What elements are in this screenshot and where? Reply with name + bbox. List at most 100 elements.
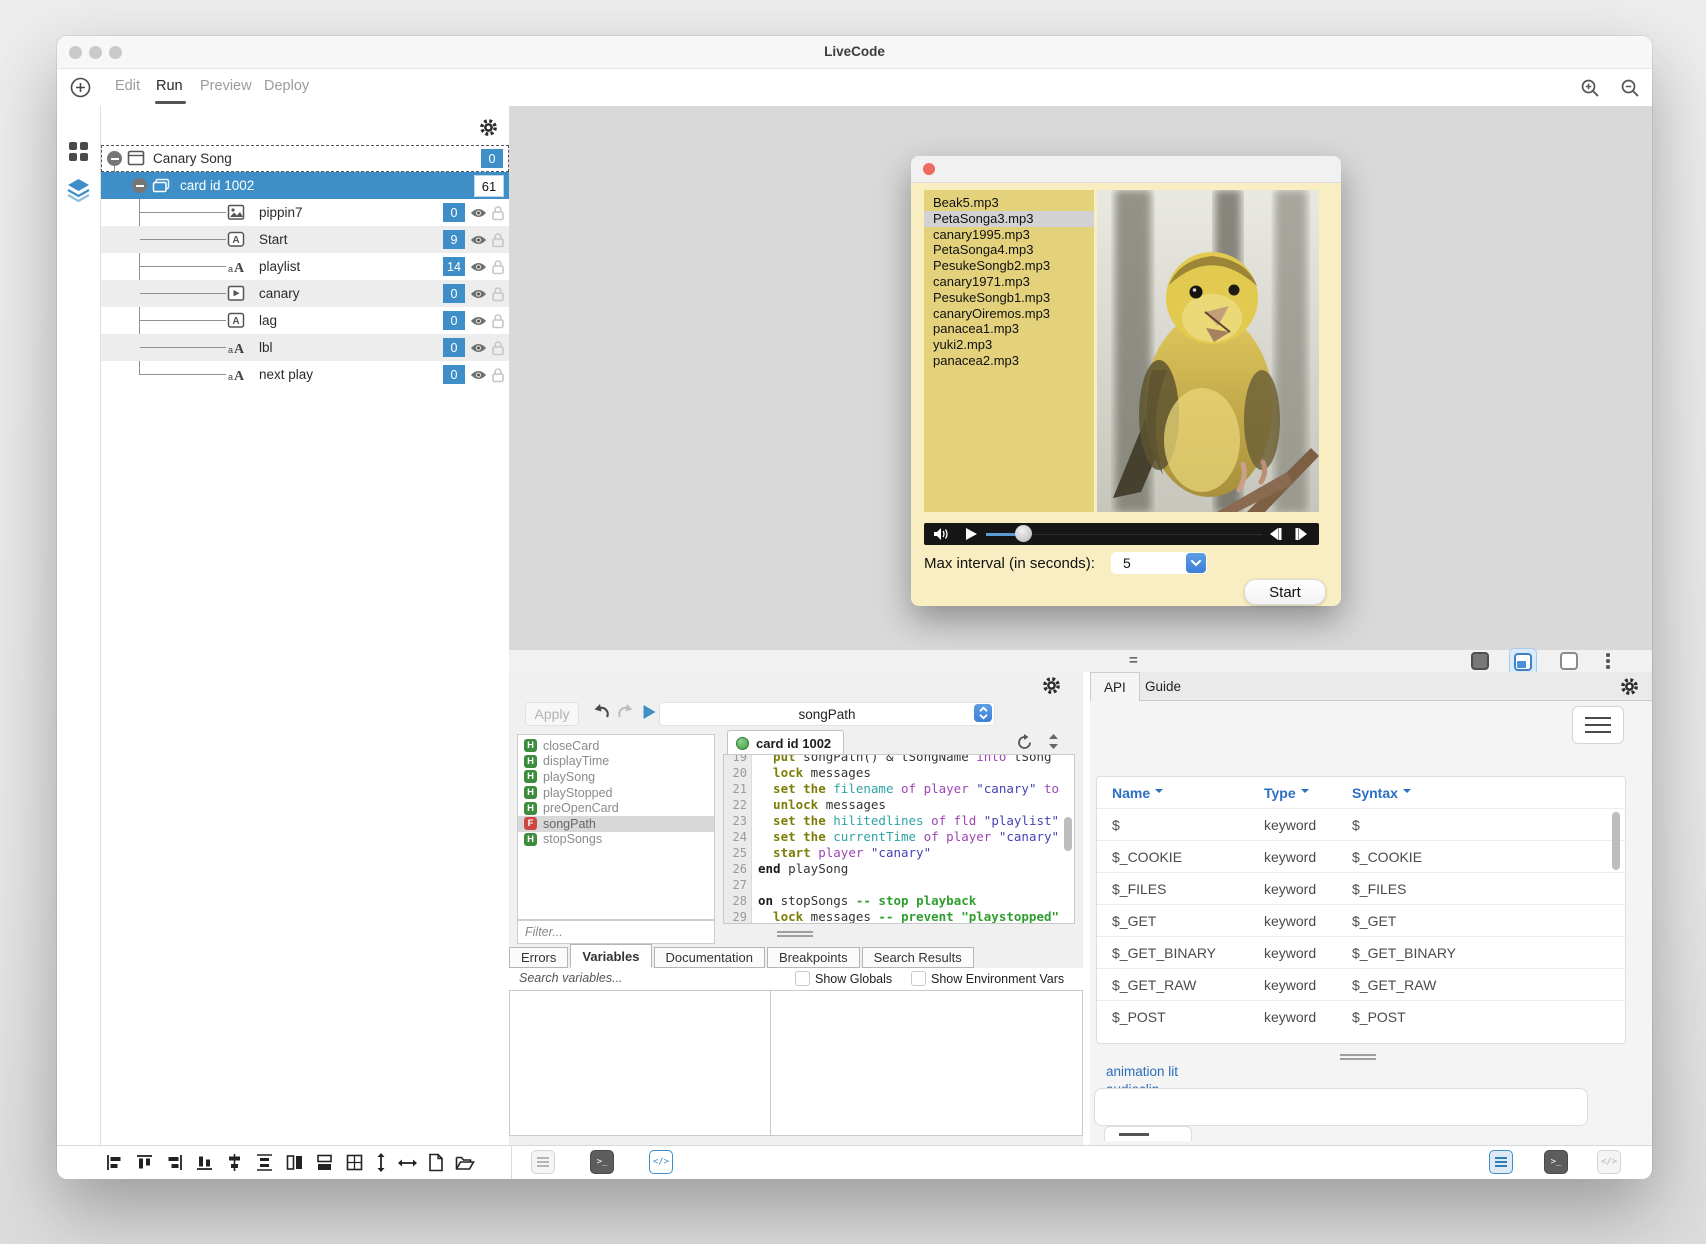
revert-icon[interactable] <box>1016 734 1033 751</box>
script-editor-gear-icon[interactable] <box>1042 676 1061 695</box>
tab-documentation[interactable]: Documentation <box>654 947 765 968</box>
apply-button[interactable]: Apply <box>525 702 579 726</box>
play-icon[interactable] <box>964 527 978 541</box>
tab-breakpoints[interactable]: Breakpoints <box>767 947 860 968</box>
docs-gear-icon[interactable] <box>1620 677 1639 696</box>
tab-card-script[interactable]: card id 1002 <box>727 730 844 755</box>
song-item[interactable]: canary1971.mp3 <box>924 274 1094 290</box>
script-badge[interactable]: 0 <box>443 365 465 384</box>
lock-icon[interactable] <box>491 232 505 248</box>
more-options-icon[interactable] <box>1606 653 1610 669</box>
song-item[interactable]: panacea2.mp3 <box>924 353 1094 369</box>
handler-selector-dropdown[interactable]: songPath <box>659 702 995 726</box>
interval-dropdown[interactable]: 5 <box>1111 552 1207 574</box>
grid-size-icon[interactable] <box>345 1153 364 1172</box>
tab-search-results[interactable]: Search Results <box>862 947 974 968</box>
song-item[interactable]: PesukeSongb2.mp3 <box>924 258 1094 274</box>
table-row[interactable]: $_GET_RAWkeyword$_GET_RAW <box>1097 968 1625 1000</box>
lock-icon[interactable] <box>491 205 505 221</box>
visible-eye-icon[interactable] <box>470 207 487 219</box>
toggle-project-panel-icon[interactable] <box>1489 1150 1513 1174</box>
script-badge[interactable]: 14 <box>443 257 465 276</box>
sort-name-header[interactable]: Name <box>1097 785 1264 801</box>
tree-row-card[interactable]: card id 1002 61 <box>101 172 509 199</box>
toggle-console-icon[interactable]: >_ <box>1544 1150 1568 1174</box>
redo-icon[interactable] <box>617 703 636 721</box>
menu-run[interactable]: Run <box>156 78 183 94</box>
table-row[interactable]: $_COOKIEkeyword$_COOKIE <box>1097 840 1625 872</box>
tab-errors[interactable]: Errors <box>509 947 568 968</box>
handler-item[interactable]: HplayStopped <box>518 785 714 801</box>
handler-item-selected[interactable]: FsongPath <box>518 816 714 832</box>
zoom-in-icon[interactable] <box>1580 78 1600 98</box>
project-settings-gear-icon[interactable] <box>479 118 498 137</box>
app-close-button[interactable] <box>923 163 935 175</box>
resize-vertical-icon[interactable] <box>375 1153 387 1172</box>
variables-name-pane[interactable] <box>509 990 771 1136</box>
handler-list[interactable]: HcloseCard HdisplayTime HplaySong HplayS… <box>517 734 715 920</box>
lock-icon[interactable] <box>491 340 505 356</box>
visible-eye-icon[interactable] <box>470 234 487 246</box>
controls-palette-icon[interactable] <box>67 140 90 163</box>
toggle-code-panel-icon[interactable]: </> <box>1597 1150 1621 1174</box>
tree-row-control[interactable]: aA next play 0 <box>101 361 509 388</box>
table-row[interactable]: $keyword$ <box>1097 808 1625 840</box>
canary-song-app-window[interactable]: Beak5.mp3 PetaSonga3.mp3 canary1995.mp3 … <box>911 156 1341 606</box>
search-variables-input[interactable]: Search variables... <box>519 971 623 985</box>
align-left-icon[interactable] <box>105 1153 124 1172</box>
align-center-vertical-icon[interactable] <box>225 1153 244 1172</box>
variables-value-pane[interactable] <box>770 990 1083 1136</box>
song-item-selected[interactable]: PetaSonga3.mp3 <box>924 211 1094 227</box>
show-globals-checkbox[interactable] <box>795 971 810 986</box>
toggle-script-editor-icon[interactable]: </> <box>649 1150 673 1174</box>
script-badge[interactable]: 0 <box>443 284 465 303</box>
docs-menu-button[interactable] <box>1572 706 1624 744</box>
song-item[interactable]: yuki2.mp3 <box>924 337 1094 353</box>
tree-row-control[interactable]: aA lbl 0 <box>101 334 509 361</box>
add-control-icon[interactable] <box>70 77 91 98</box>
handler-item[interactable]: HplaySong <box>518 769 714 785</box>
lock-icon[interactable] <box>491 259 505 275</box>
tree-row-control[interactable]: A Start 9 <box>101 226 509 253</box>
player-controls[interactable] <box>924 523 1319 545</box>
equal-height-icon[interactable] <box>315 1153 334 1172</box>
visible-eye-icon[interactable] <box>470 315 487 327</box>
visible-eye-icon[interactable] <box>470 342 487 354</box>
show-env-checkbox[interactable] <box>911 971 926 986</box>
tab-variables[interactable]: Variables <box>570 944 651 968</box>
tree-row-control[interactable]: aA playlist 14 <box>101 253 509 280</box>
resize-handle[interactable]: = <box>1129 652 1138 669</box>
table-row[interactable]: $_POSTkeyword$_POST <box>1097 1000 1625 1032</box>
script-badge[interactable]: 0 <box>443 203 465 222</box>
collapse-icon[interactable] <box>107 151 122 166</box>
resize-horizontal-icon[interactable] <box>398 1157 417 1169</box>
table-row[interactable]: $_GETkeyword$_GET <box>1097 904 1625 936</box>
menu-preview[interactable]: Preview <box>200 78 252 94</box>
song-item[interactable]: PetaSonga4.mp3 <box>924 242 1094 258</box>
song-item[interactable]: PesukeSongb1.mp3 <box>924 290 1094 306</box>
start-button[interactable]: Start <box>1244 579 1326 605</box>
undo-icon[interactable] <box>591 703 610 721</box>
app-titlebar[interactable] <box>911 156 1341 183</box>
script-badge[interactable]: 0 <box>443 338 465 357</box>
docs-search-box[interactable] <box>1094 1088 1588 1126</box>
sort-type-header[interactable]: Type <box>1264 785 1352 801</box>
code-scrollbar[interactable] <box>1064 817 1072 851</box>
lock-icon[interactable] <box>491 367 505 383</box>
card-layer-field[interactable]: 61 <box>474 175 504 197</box>
toggle-message-box-icon[interactable]: >_ <box>590 1150 614 1174</box>
step-forward-icon[interactable] <box>1295 528 1309 540</box>
align-right-icon[interactable] <box>165 1153 184 1172</box>
song-item[interactable]: Beak5.mp3 <box>924 195 1094 211</box>
handler-item[interactable]: HcloseCard <box>518 738 714 754</box>
align-bottom-icon[interactable] <box>195 1153 214 1172</box>
menu-deploy[interactable]: Deploy <box>264 78 309 94</box>
tree-row-control[interactable]: A lag 0 <box>101 307 509 334</box>
song-item[interactable]: canaryOiremos.mp3 <box>924 306 1094 322</box>
script-badge[interactable]: 0 <box>443 311 465 330</box>
table-row[interactable]: $_GET_BINARYkeyword$_GET_BINARY <box>1097 936 1625 968</box>
dictionary-link[interactable]: animation lit <box>1106 1064 1178 1079</box>
collapse-icon[interactable] <box>132 178 147 193</box>
open-file-icon[interactable] <box>455 1154 475 1171</box>
tree-row-control[interactable]: pippin7 0 <box>101 199 509 226</box>
